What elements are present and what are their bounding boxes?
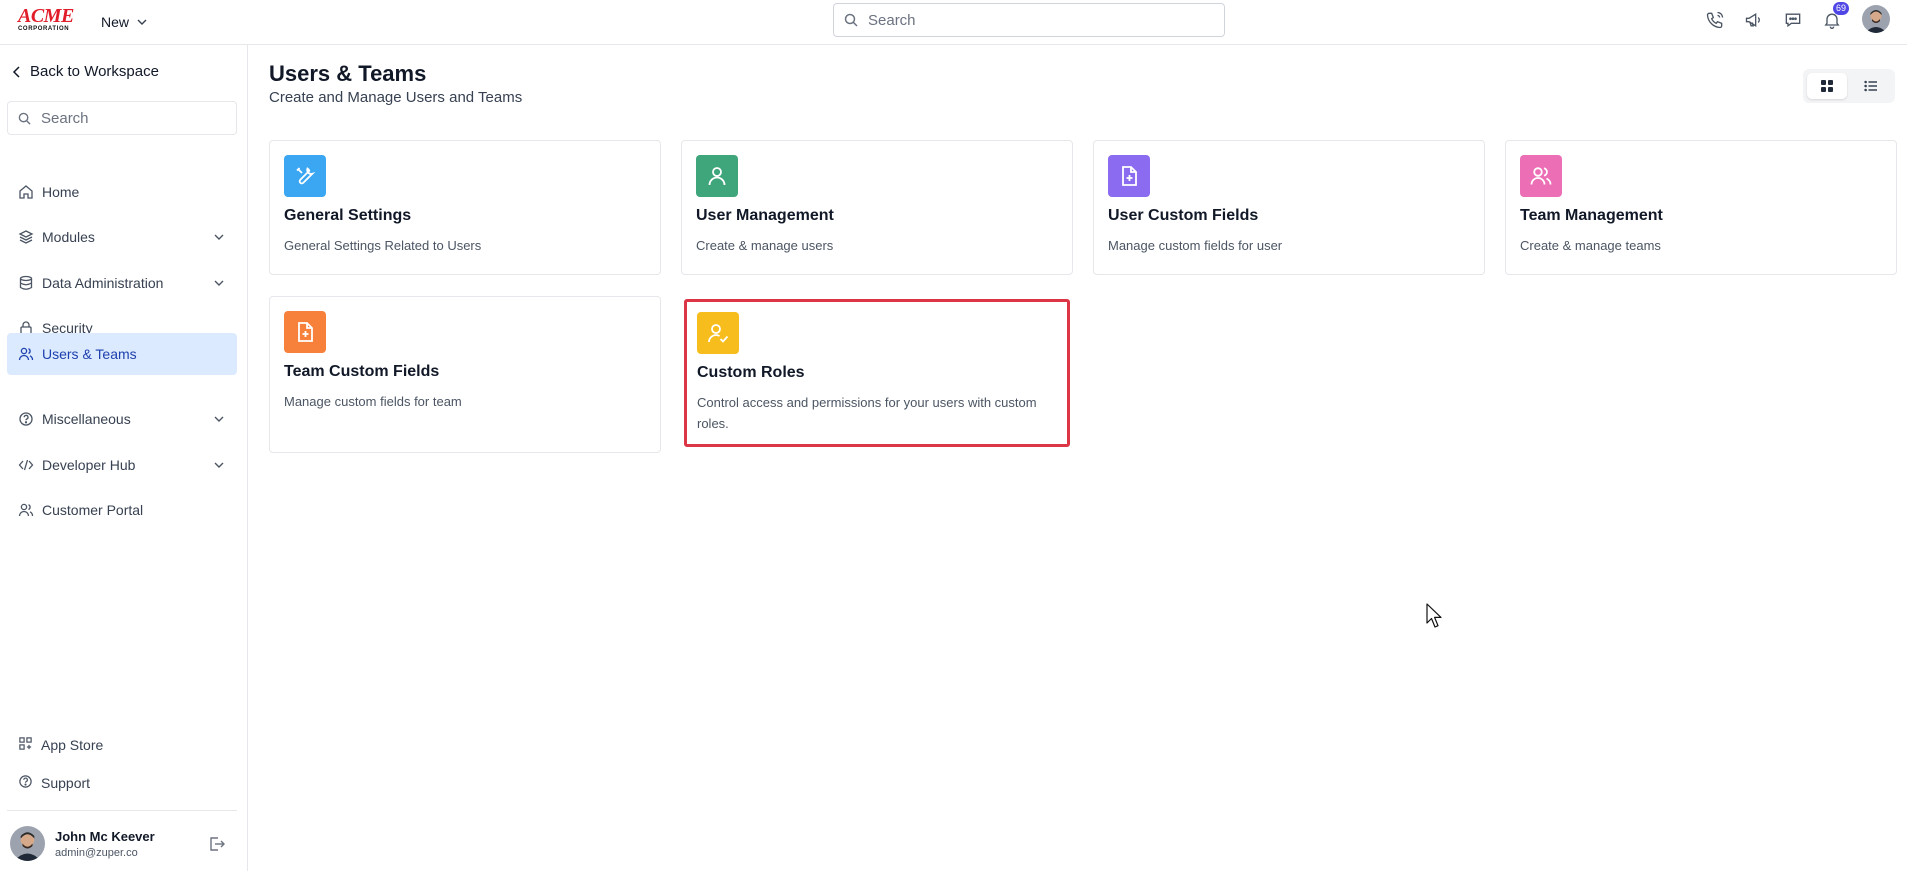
- chevron-down-icon: [214, 416, 224, 422]
- grid-icon: [1821, 80, 1833, 92]
- sidebar-item-label: Developer Hub: [42, 457, 136, 473]
- logo-subtext: CORPORATION: [18, 26, 70, 32]
- card-custom-roles[interactable]: Custom Roles Control access and permissi…: [684, 299, 1070, 447]
- sidebar-item-app-store[interactable]: App Store: [7, 730, 237, 760]
- back-to-workspace-link[interactable]: Back to Workspace: [12, 63, 159, 80]
- card-description: General Settings Related to Users: [284, 238, 482, 253]
- search-icon: [18, 112, 31, 125]
- layers-icon: [18, 229, 34, 245]
- chat-icon[interactable]: [1781, 8, 1805, 32]
- sidebar-item-label: Users & Teams: [42, 346, 137, 362]
- card-title: User Custom Fields: [1108, 207, 1259, 224]
- global-search-input[interactable]: [868, 11, 1208, 29]
- logo-text: ACME: [18, 5, 74, 27]
- help-circle-icon: [18, 411, 34, 427]
- user-avatar[interactable]: [1862, 5, 1890, 33]
- mouse-pointer-icon: [1426, 603, 1442, 628]
- card-title: Custom Roles: [697, 364, 805, 381]
- card-title: Team Custom Fields: [284, 363, 440, 380]
- grid-view-button[interactable]: [1807, 73, 1847, 99]
- card-user-management[interactable]: User Management Create & manage users: [681, 140, 1073, 275]
- chevron-down-icon: [214, 280, 224, 286]
- help-circle-icon: [18, 774, 33, 792]
- megaphone-icon[interactable]: [1742, 8, 1766, 32]
- card-general-settings[interactable]: General Settings General Settings Relate…: [269, 140, 661, 275]
- phone-icon[interactable]: [1703, 8, 1727, 32]
- search-icon: [844, 13, 858, 27]
- card-description: Manage custom fields for team: [284, 394, 462, 409]
- sidebar-item-developer-hub[interactable]: Developer Hub: [7, 444, 237, 486]
- acme-logo[interactable]: ACME CORPORATION: [18, 6, 80, 32]
- new-dropdown-button[interactable]: New: [101, 11, 147, 33]
- sidebar-item-label: Modules: [42, 229, 95, 245]
- sidebar-item-miscellaneous[interactable]: Miscellaneous: [7, 398, 237, 440]
- profile-email: admin@zuper.co: [55, 847, 138, 859]
- sidebar-item-support[interactable]: Support: [7, 768, 237, 798]
- card-title: General Settings: [284, 207, 412, 224]
- sidebar-item-customer-portal[interactable]: Customer Portal: [7, 489, 237, 531]
- sidebar-item-label: Miscellaneous: [42, 411, 131, 427]
- card-description: Create & manage teams: [1520, 238, 1661, 253]
- card-user-custom-fields[interactable]: User Custom Fields Manage custom fields …: [1093, 140, 1485, 275]
- chevron-left-icon: [12, 65, 20, 78]
- card-description: Control access and permissions for your …: [697, 395, 1037, 431]
- card-description: Create & manage users: [696, 238, 834, 253]
- file-plus-icon: [284, 311, 326, 353]
- sidebar-item-modules[interactable]: Modules: [7, 216, 237, 258]
- logout-icon[interactable]: [208, 835, 226, 853]
- apps-icon: [18, 736, 33, 754]
- profile-name: John Mc Keever: [55, 829, 155, 844]
- back-label: Back to Workspace: [30, 63, 159, 80]
- database-icon: [18, 275, 34, 291]
- top-bar: ACME CORPORATION New 69: [0, 0, 1907, 45]
- users-icon: [18, 502, 34, 518]
- sidebar-item-label: Home: [42, 184, 80, 200]
- code-icon: [18, 457, 34, 473]
- global-search[interactable]: [833, 3, 1225, 37]
- page-subtitle: Create and Manage Users and Teams: [269, 89, 523, 106]
- card-team-custom-fields[interactable]: Team Custom Fields Manage custom fields …: [269, 296, 661, 453]
- list-icon: [1864, 80, 1877, 92]
- bell-icon[interactable]: 69: [1820, 2, 1850, 32]
- sidebar: Back to Workspace Home Modules Data Admi…: [0, 45, 248, 871]
- user-profile: John Mc Keever admin@zuper.co: [10, 826, 238, 864]
- sidebar-search-input[interactable]: [41, 109, 231, 127]
- chevron-down-icon: [137, 19, 147, 25]
- users-icon: [1520, 155, 1562, 197]
- chevron-down-icon: [214, 462, 224, 468]
- home-icon: [18, 184, 34, 200]
- file-plus-icon: [1108, 155, 1150, 197]
- users-icon: [18, 346, 34, 362]
- card-title: User Management: [696, 207, 834, 224]
- card-description: Manage custom fields for user: [1108, 238, 1283, 253]
- sidebar-item-data-administration[interactable]: Data Administration: [7, 262, 237, 304]
- sidebar-item-home[interactable]: Home: [7, 171, 237, 213]
- card-title: Team Management: [1520, 207, 1663, 224]
- user-icon: [696, 155, 738, 197]
- sidebar-item-users-teams[interactable]: Users & Teams: [7, 333, 237, 375]
- view-toggle: [1803, 69, 1895, 103]
- list-view-button[interactable]: [1851, 73, 1891, 99]
- avatar[interactable]: [10, 826, 45, 861]
- wrench-icon: [284, 155, 326, 197]
- user-check-icon: [697, 312, 739, 354]
- sidebar-search[interactable]: [7, 101, 237, 135]
- sidebar-item-label: Support: [41, 775, 91, 791]
- notification-badge: 69: [1833, 2, 1850, 15]
- new-label: New: [101, 14, 130, 30]
- page-title: Users & Teams: [269, 61, 427, 86]
- chevron-down-icon: [214, 234, 224, 240]
- sidebar-divider: [7, 810, 237, 811]
- sidebar-item-label: Customer Portal: [42, 502, 144, 518]
- sidebar-item-label: Data Administration: [42, 275, 164, 291]
- sidebar-item-label: App Store: [41, 737, 104, 753]
- card-team-management[interactable]: Team Management Create & manage teams: [1505, 140, 1897, 275]
